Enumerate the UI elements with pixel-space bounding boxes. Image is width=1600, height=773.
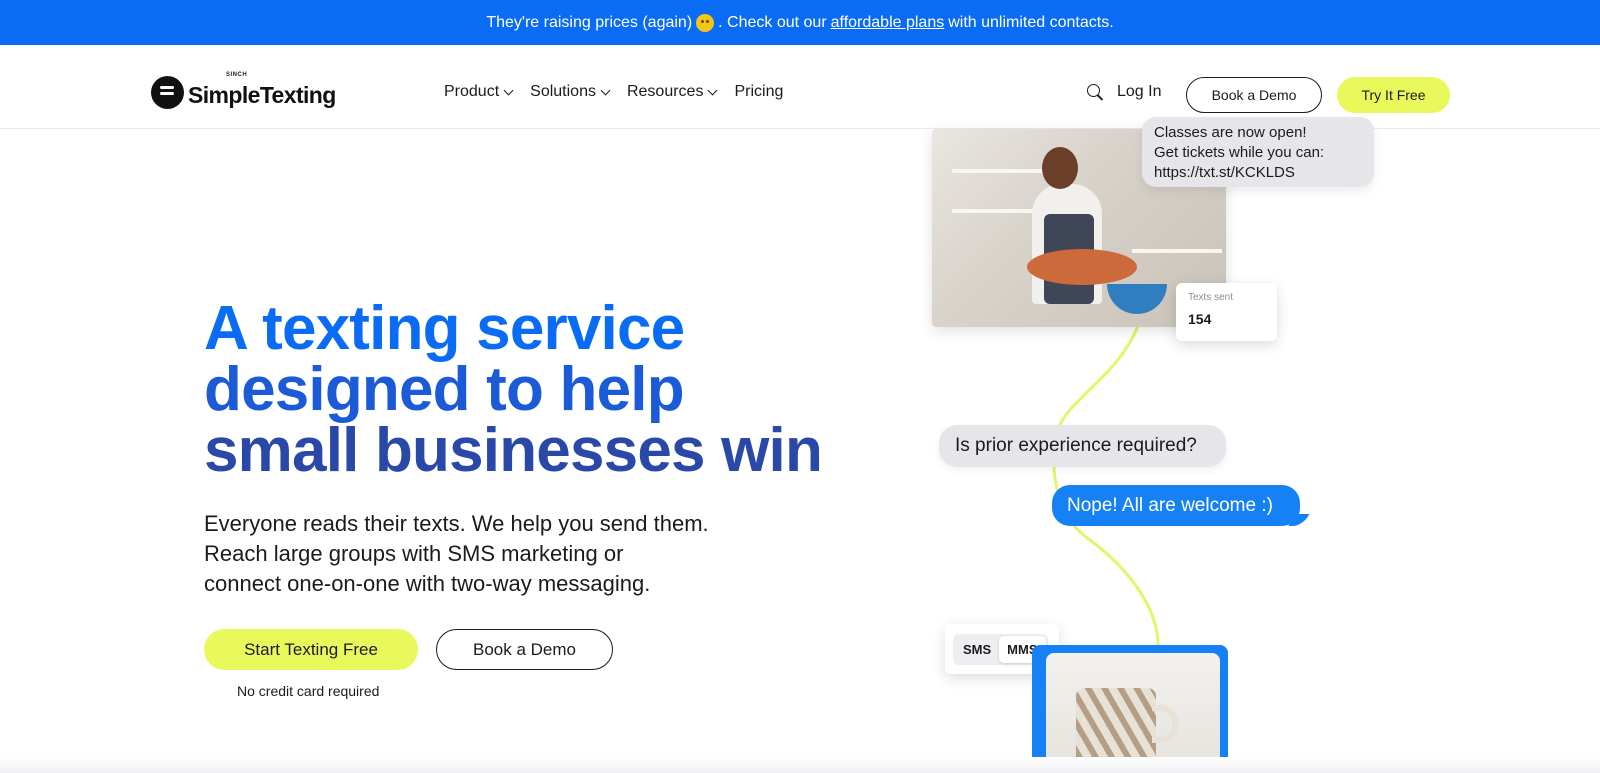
announcement-bar: They're raising prices (again) . Check o… — [0, 0, 1600, 45]
message-bubble-question: Is prior experience required? — [939, 425, 1226, 467]
hero-title: A texting service designed to help small… — [204, 294, 824, 485]
nav-item-label: Pricing — [734, 83, 784, 100]
announcement-text-after: with unlimited contacts. — [948, 13, 1114, 31]
nav-item-resources[interactable]: Resources — [626, 83, 718, 101]
hero-subtitle-line: Everyone reads their texts. We help you … — [204, 511, 709, 536]
nav-item-pricing[interactable]: Pricing — [734, 83, 783, 101]
announcement-text-middle: . Check out our — [718, 13, 827, 31]
mug-photo-card — [1032, 645, 1228, 773]
message-bubble-promo: Classes are now open! Get tickets while … — [1142, 117, 1374, 187]
logo-sinch: SINCH — [226, 72, 248, 78]
chevron-down-icon — [600, 85, 611, 95]
simpletexting-logo[interactable]: SINCH SimpleTexting — [151, 72, 336, 109]
nav-item-solutions[interactable]: Solutions — [530, 83, 611, 101]
logo-text: SINCH SimpleTexting — [188, 72, 336, 109]
texts-sent-label: Texts sent — [1188, 292, 1234, 303]
nav-item-label: Solutions — [530, 83, 596, 100]
bottom-fade — [0, 757, 1600, 773]
pottery-wheel — [1027, 249, 1137, 285]
hero-book-demo-button[interactable]: Book a Demo — [436, 629, 613, 670]
chevron-down-icon — [708, 85, 718, 95]
mug-photo — [1046, 653, 1220, 773]
try-it-free-button[interactable]: Try It Free — [1337, 77, 1450, 113]
login-link[interactable]: Log In — [1117, 83, 1161, 101]
shelf — [1132, 249, 1222, 253]
bubble-line: https://txt.st/KCKLDS — [1154, 164, 1295, 181]
hero-subtitle-line: Reach large groups with SMS marketing or — [204, 541, 624, 566]
nav-item-product[interactable]: Product — [444, 83, 514, 101]
logo-name: SimpleTexting — [188, 82, 336, 108]
mug-handle — [1152, 705, 1178, 743]
face-emoji-icon — [696, 13, 715, 32]
hero-title-line: A texting service — [204, 294, 685, 363]
no-credit-card-note: No credit card required — [237, 683, 380, 699]
announcement-text-before: They're raising prices (again) — [486, 13, 693, 31]
bubble-line: Classes are now open! — [1154, 124, 1307, 141]
hero-subtitle: Everyone reads their texts. We help you … — [204, 509, 804, 599]
hero-subtitle-line: connect one-on-one with two-way messagin… — [204, 571, 651, 596]
hero-title-line: small businesses win — [204, 416, 823, 485]
start-texting-free-button[interactable]: Start Texting Free — [204, 629, 418, 670]
main-nav: Product Solutions Resources Pricing — [444, 83, 783, 101]
bubble-line: Get tickets while you can: — [1154, 144, 1325, 161]
affordable-plans-link[interactable]: affordable plans — [831, 14, 945, 32]
toggle-sms: SMS — [963, 641, 992, 657]
nav-item-label: Resources — [626, 83, 704, 100]
search-icon[interactable] — [1087, 84, 1103, 100]
texts-sent-card: Texts sent 154 — [1176, 283, 1277, 341]
texts-sent-value: 154 — [1188, 311, 1212, 327]
logo-mark-icon — [151, 76, 184, 109]
message-bubble-answer: Nope! All are welcome :) — [1052, 485, 1300, 526]
hero-title-line: designed to help — [204, 355, 685, 424]
nav-item-label: Product — [444, 83, 500, 100]
chevron-down-icon — [503, 85, 514, 95]
person-head — [1042, 147, 1078, 189]
blue-bowl — [1107, 284, 1167, 314]
book-demo-button[interactable]: Book a Demo — [1186, 77, 1322, 113]
